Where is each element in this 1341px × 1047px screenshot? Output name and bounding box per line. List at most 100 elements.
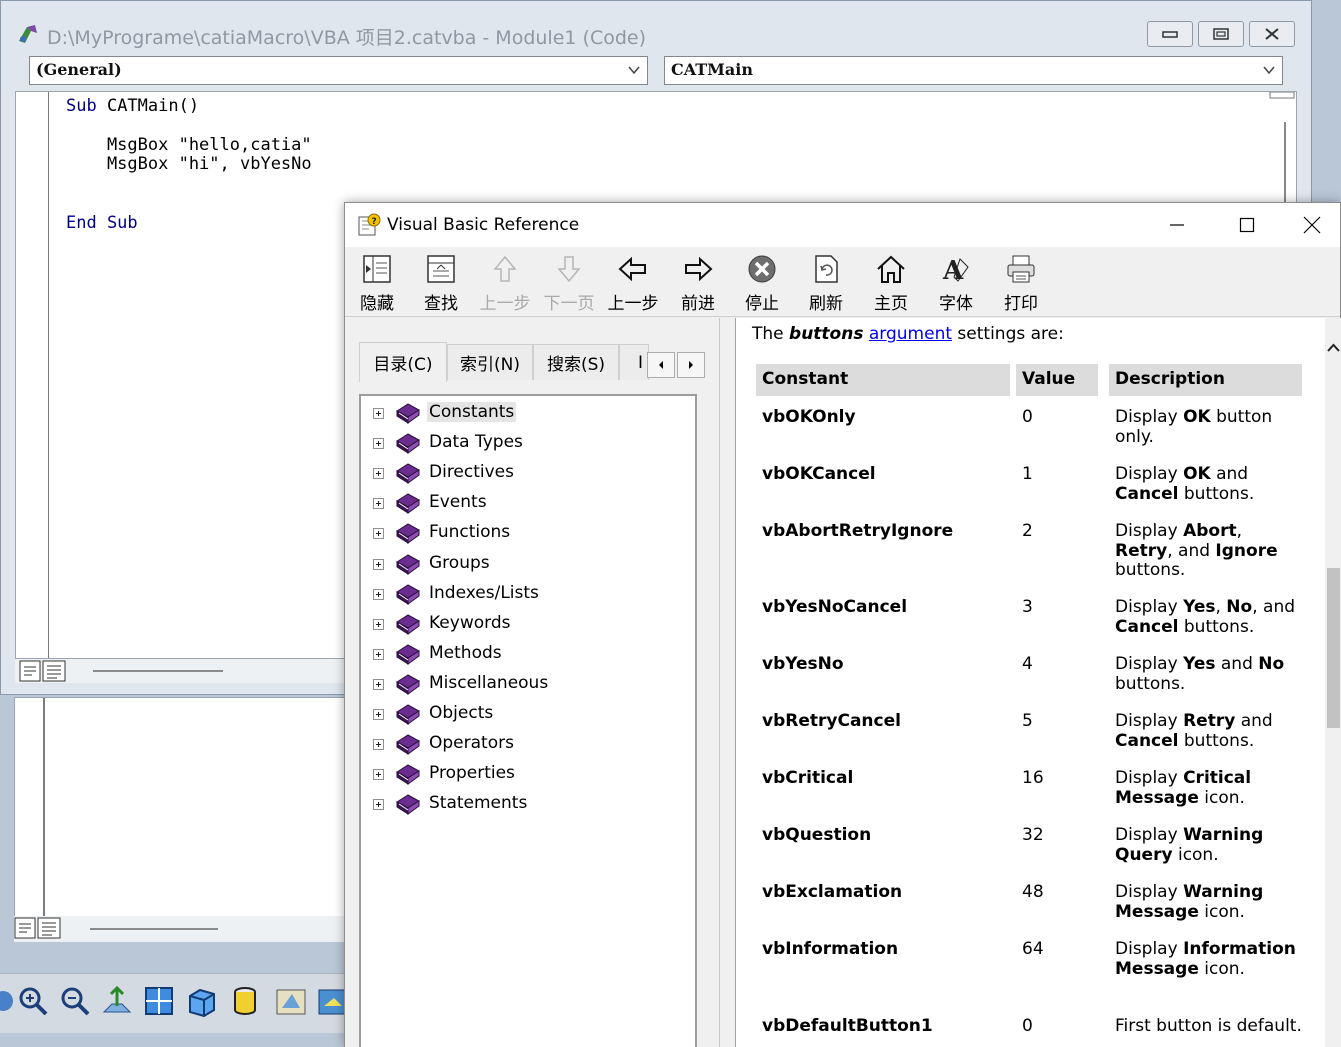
toolbar-button-locate[interactable]: 查找 — [413, 253, 469, 314]
constant-value: 16 — [1022, 768, 1044, 788]
tab-more-clipped[interactable]: I — [619, 344, 649, 380]
content-vertical-scrollbar[interactable] — [1325, 318, 1341, 1047]
multi-view-icon[interactable] — [142, 984, 176, 1018]
constant-value: 1 — [1022, 464, 1033, 484]
argument-link[interactable]: argument — [869, 324, 952, 344]
tree-item-label: Objects — [429, 703, 494, 723]
description-emphasis: Yes — [1183, 597, 1216, 617]
immediate-pane[interactable] — [14, 697, 354, 942]
book-icon — [396, 704, 420, 725]
tab-search[interactable]: 搜索(S) — [533, 344, 619, 380]
normal-view-icon[interactable] — [100, 984, 134, 1018]
description-emphasis: Cancel — [1115, 483, 1179, 504]
tree-item[interactable]: Methods — [361, 639, 697, 669]
immediate-status-strip — [14, 916, 354, 942]
toolbar-button-label: 隐藏 — [360, 294, 394, 314]
keyword: Sub — [66, 96, 97, 116]
expand-icon[interactable] — [373, 739, 384, 751]
toolbar-button-up-arrow[interactable]: 上一步 — [477, 253, 533, 314]
scroll-thumb[interactable] — [1327, 568, 1340, 728]
constant-description: First button is default. — [1115, 1016, 1305, 1037]
toolbar-button-label: 主页 — [874, 294, 908, 314]
tree-item[interactable]: Directives — [361, 458, 697, 488]
toolbar-button-refresh[interactable]: 刷新 — [798, 253, 854, 314]
expand-icon[interactable] — [373, 799, 384, 811]
constant-name: vbOKCancel — [762, 464, 876, 484]
tab-scroll-right-button[interactable] — [677, 352, 705, 378]
toolbar-button-forward-arrow[interactable]: 前进 — [670, 253, 726, 314]
topic-content: The buttons argument settings are: Const… — [735, 318, 1330, 1047]
description-text: buttons. — [1178, 730, 1255, 751]
expand-icon[interactable] — [373, 709, 384, 720]
tree-item[interactable]: Operators — [361, 729, 697, 759]
procedure-combo[interactable]: CATMain — [664, 56, 1283, 85]
view-toggle-icon[interactable] — [14, 917, 62, 939]
horizontal-scrollbar[interactable] — [90, 928, 218, 930]
tree-item[interactable]: Objects — [361, 699, 697, 729]
zoom-in-icon[interactable] — [16, 984, 50, 1018]
tree-item[interactable]: Constants — [361, 398, 697, 428]
constant-description: Display Warning Query icon. — [1115, 825, 1305, 865]
toolbar-button-home[interactable]: 主页 — [863, 253, 919, 314]
tab-scroll-left-button[interactable] — [647, 352, 675, 378]
tree-item[interactable]: Miscellaneous — [361, 669, 697, 699]
expand-icon[interactable] — [373, 618, 384, 630]
vba-window-title: D:\MyPrograme\catiaMacro\VBA 项目2.catvba … — [47, 27, 646, 49]
tree-item[interactable]: Statements — [361, 789, 697, 819]
constant-description: Display OK and Cancel buttons. — [1115, 464, 1305, 504]
tree-item[interactable]: Keywords — [361, 609, 697, 639]
tree-item[interactable]: Functions — [361, 518, 697, 548]
maximize-button[interactable] — [1198, 21, 1244, 47]
object-combo[interactable]: (General) — [29, 56, 648, 85]
view-toggle-icon[interactable] — [19, 660, 67, 682]
expand-icon[interactable] — [373, 588, 384, 600]
close-icon — [1303, 216, 1321, 234]
description-emphasis: Abort — [1183, 521, 1237, 541]
help-minimize-button[interactable] — [1142, 203, 1212, 247]
help-window: ? Visual Basic Reference 隐藏 查找 上一步 下一页 上一步 前进… — [344, 202, 1341, 1047]
book-icon — [396, 734, 420, 756]
description-emphasis: No — [1258, 654, 1285, 674]
constant-value: 4 — [1022, 654, 1033, 674]
expand-icon[interactable] — [373, 468, 384, 480]
expand-icon[interactable] — [373, 648, 384, 660]
toolbar-button-hide[interactable]: 隐藏 — [349, 253, 405, 314]
toolbar-button-label: 前进 — [681, 294, 715, 314]
pane-splitter[interactable] — [719, 318, 735, 1047]
iso-view-icon[interactable] — [184, 984, 218, 1018]
chevron-up-icon[interactable] — [1327, 342, 1340, 354]
toolbar-button-label: 下一页 — [543, 294, 595, 314]
expand-icon[interactable] — [373, 558, 384, 570]
toolbar-button-font[interactable]: A 字体 — [928, 253, 984, 314]
tree-item[interactable]: Groups — [361, 549, 697, 579]
vertical-scrollbar[interactable] — [1268, 92, 1296, 202]
toolbar-button-label: 字体 — [939, 294, 973, 314]
tree-item[interactable]: Indexes/Lists — [361, 579, 697, 609]
expand-icon[interactable] — [373, 438, 384, 450]
horizontal-scrollbar[interactable] — [93, 670, 223, 672]
shading-icon[interactable] — [228, 984, 262, 1018]
expand-icon[interactable] — [373, 408, 384, 419]
hide-show-icon[interactable] — [274, 984, 308, 1018]
help-maximize-button[interactable] — [1212, 203, 1282, 247]
tree-item-label: Indexes/Lists — [429, 582, 539, 603]
help-close-button[interactable] — [1282, 203, 1341, 247]
expand-icon[interactable] — [373, 769, 384, 781]
tree-item[interactable]: Events — [361, 488, 697, 518]
minimize-button[interactable] — [1147, 21, 1193, 47]
tab-index[interactable]: 索引(N) — [447, 344, 533, 380]
tab-contents[interactable]: 目录(C) — [359, 342, 447, 382]
tree-item[interactable]: Properties — [361, 759, 697, 789]
expand-icon[interactable] — [373, 678, 384, 690]
immediate-margin-divider — [43, 698, 45, 941]
zoom-out-icon[interactable] — [58, 984, 92, 1018]
toolbar-button-down-arrow[interactable]: 下一页 — [541, 253, 597, 314]
expand-icon[interactable] — [373, 498, 384, 510]
tree-item[interactable]: Data Types — [361, 428, 697, 458]
toolbar-button-back-arrow[interactable]: 上一步 — [605, 253, 661, 314]
expand-icon[interactable] — [373, 528, 384, 540]
close-button[interactable] — [1249, 21, 1295, 47]
toolbar-button-stop[interactable]: 停止 — [734, 253, 790, 314]
book-icon — [396, 403, 420, 424]
toolbar-button-print[interactable]: 打印 — [993, 253, 1049, 314]
